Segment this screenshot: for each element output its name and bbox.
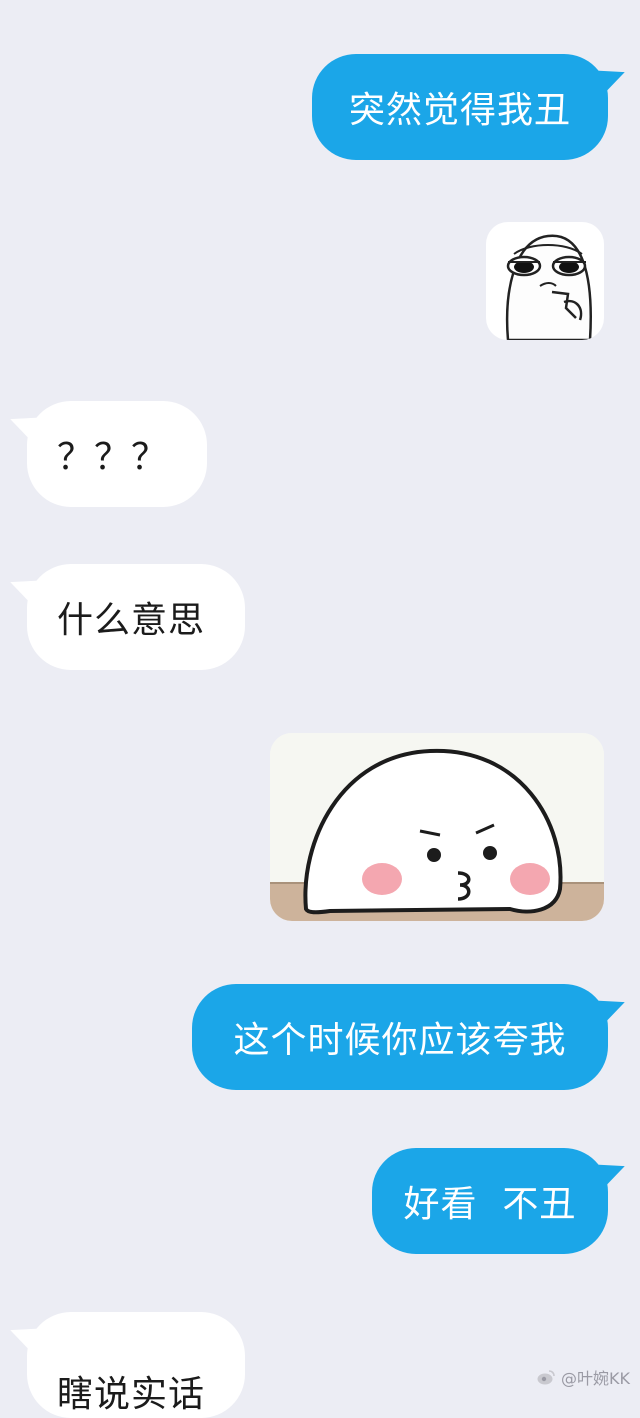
bun-pout-sticker[interactable] bbox=[270, 733, 604, 921]
message-bubble-outgoing[interactable]: 好看 不丑 bbox=[372, 1148, 630, 1254]
message-text: 什么意思 bbox=[57, 600, 206, 641]
message-text: 瞎说实话 bbox=[57, 1374, 206, 1415]
message-text: 突然觉得我丑 bbox=[348, 90, 571, 131]
message-bubble-incoming[interactable]: ？？？ bbox=[5, 401, 207, 507]
message-bubble-outgoing[interactable]: 突然觉得我丑 bbox=[312, 54, 630, 160]
message-bubble-outgoing[interactable]: 这个时候你应该夸我 bbox=[192, 984, 630, 1090]
message-bubble-incoming[interactable]: 瞎说实话 bbox=[5, 1312, 245, 1418]
weibo-icon bbox=[537, 1370, 555, 1385]
message-text: 好看 不丑 bbox=[403, 1184, 577, 1225]
watermark-text: @叶婉KK bbox=[561, 1369, 630, 1388]
message-bubble-incoming[interactable]: 什么意思 bbox=[5, 564, 245, 670]
message-text: ？？？ bbox=[57, 437, 169, 478]
watermark: @叶婉KK bbox=[537, 1365, 630, 1389]
meme-face-sticker[interactable] bbox=[486, 222, 604, 340]
message-text: 这个时候你应该夸我 bbox=[233, 1020, 567, 1061]
